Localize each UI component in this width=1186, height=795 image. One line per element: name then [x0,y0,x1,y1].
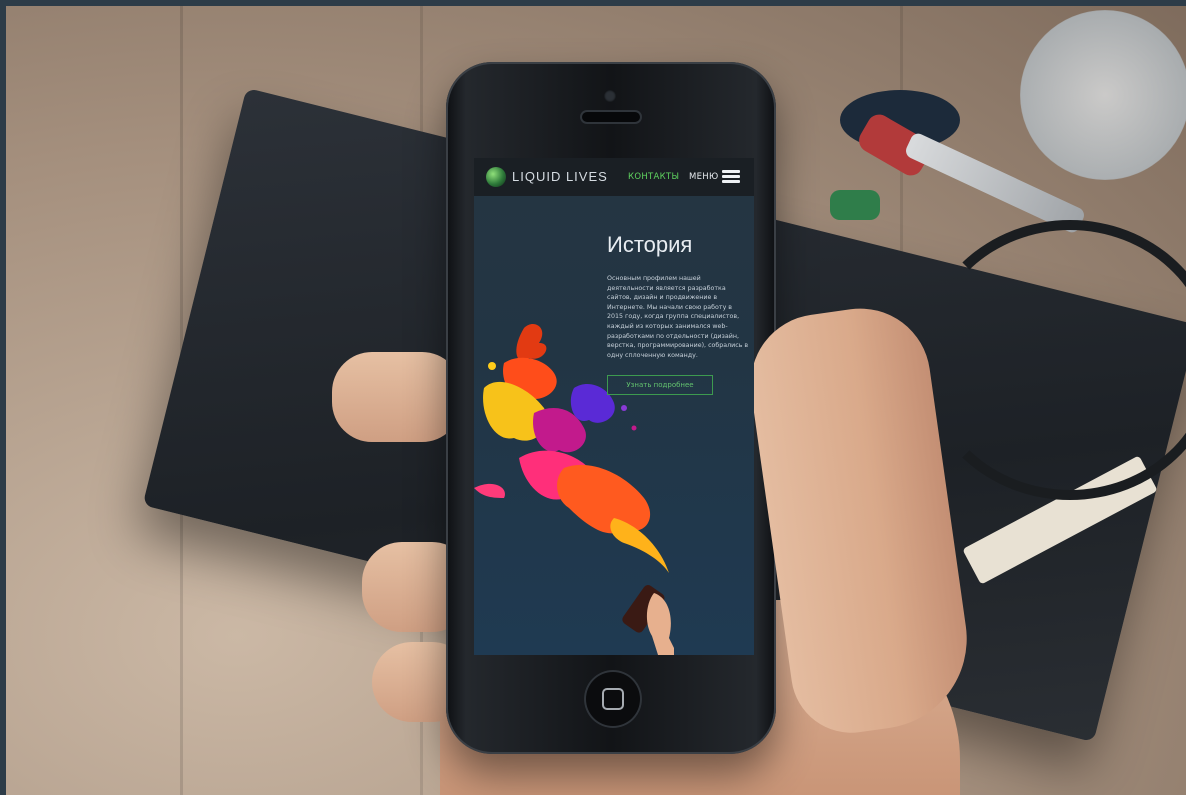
page-title: История [607,232,693,257]
front-camera [604,90,616,102]
home-button[interactable] [584,670,642,728]
frame-border-top [0,0,1186,6]
finger-index [332,352,462,442]
phone-screen: LIQUID LIVES КОНТАКТЫ МЕНЮ История Основ… [474,158,754,655]
photo-background: LIQUID LIVES КОНТАКТЫ МЕНЮ История Основ… [0,0,1186,795]
earpiece-speaker [582,112,640,122]
learn-more-button[interactable]: Узнать подробнее [607,375,713,395]
paint-splash-shapes [474,323,669,573]
site-navbar: LIQUID LIVES КОНТАКТЫ МЕНЮ [474,158,754,196]
home-button-icon [602,688,624,710]
paint-splash-illustration [474,323,674,655]
nav-menu-label[interactable]: МЕНЮ [689,172,718,182]
frame-border-left [0,0,6,795]
globe-logo-icon[interactable] [486,167,506,187]
site-logo-text[interactable]: LIQUID LIVES [512,169,608,184]
nav-contacts-link[interactable]: КОНТАКТЫ [628,172,679,182]
page-description: Основным профилем нашей деятельности явл… [607,275,749,359]
key-green [830,190,880,220]
spray-can-hand [622,585,674,655]
hamburger-icon[interactable] [722,170,740,183]
